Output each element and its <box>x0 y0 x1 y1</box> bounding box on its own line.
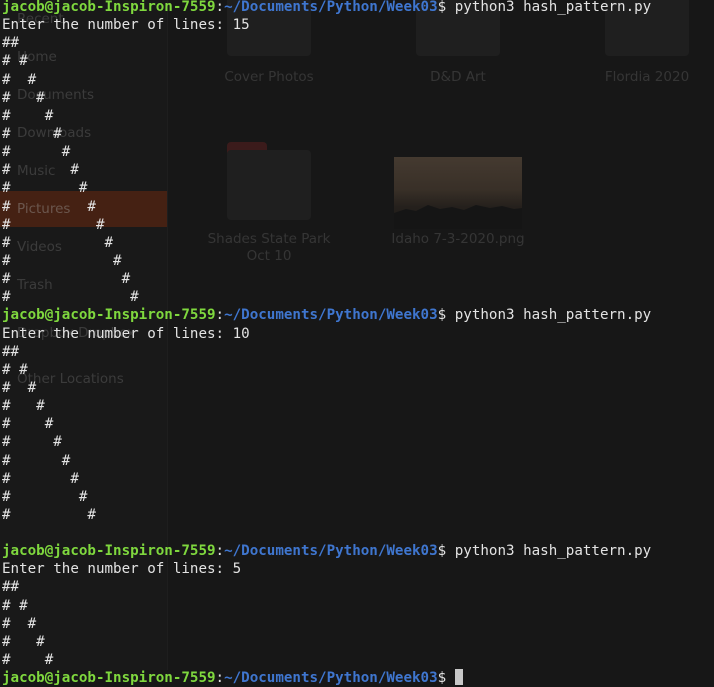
hash-pattern-row: # # <box>2 452 71 469</box>
prompt-path: ~/Documents/Python/Week03 <box>224 307 438 324</box>
command-text: python3 hash_pattern.py <box>454 0 652 15</box>
hash-pattern-row: # # <box>2 470 79 487</box>
hash-pattern-row: # # <box>2 89 45 106</box>
hash-pattern-row: # # <box>2 615 37 632</box>
hash-pattern-row: # # <box>2 361 28 378</box>
hash-pattern-row: # # <box>2 633 45 650</box>
hash-pattern-row: # # <box>2 53 28 70</box>
command-text: python3 hash_pattern.py <box>454 307 652 324</box>
hash-pattern-row: # # <box>2 125 62 142</box>
input-prompt-text: Enter the number of lines: <box>2 325 233 342</box>
hash-pattern-row: # # <box>2 252 122 269</box>
input-value: 5 <box>232 561 242 578</box>
prompt-path: ~/Documents/Python/Week03 <box>224 0 438 15</box>
input-prompt-text: Enter the number of lines: <box>2 561 233 578</box>
shell-prompt-line: jacob@jacob-Inspiron-7559:~/Documents/Py… <box>2 307 652 324</box>
hash-pattern-row: # # <box>2 180 88 197</box>
hash-pattern-row: # # <box>2 506 96 523</box>
prompt-path: ~/Documents/Python/Week03 <box>224 670 438 687</box>
input-prompt-text: Enter the number of lines: <box>2 17 233 34</box>
command-text: python3 hash_pattern.py <box>454 543 652 560</box>
hash-pattern-row: # # <box>2 434 62 451</box>
hash-pattern-row: # # <box>2 488 88 505</box>
hash-pattern-row: # # <box>2 198 96 215</box>
input-value: 15 <box>232 17 250 34</box>
shell-prompt-line: jacob@jacob-Inspiron-7559:~/Documents/Py… <box>2 543 652 560</box>
hash-pattern-row: # # <box>2 216 105 233</box>
prompt-user-host: jacob@jacob-Inspiron-7559 <box>2 670 216 687</box>
hash-pattern-row: # # <box>2 416 54 433</box>
hash-pattern-row: # # <box>2 107 54 124</box>
input-value: 10 <box>232 325 250 342</box>
hash-pattern-row: ## <box>2 35 20 52</box>
hash-pattern-row: # # <box>2 289 139 306</box>
hash-pattern-row: # # <box>2 162 79 179</box>
hash-pattern-row: # # <box>2 144 71 161</box>
input-prompt-line: Enter the number of lines: 5 <box>2 560 241 578</box>
hash-pattern-row: # # <box>2 234 114 251</box>
text-cursor[interactable] <box>454 669 463 686</box>
input-prompt-line: Enter the number of lines: 15 <box>2 16 250 34</box>
shell-prompt-line: jacob@jacob-Inspiron-7559:~/Documents/Py… <box>2 669 463 687</box>
prompt-user-host: jacob@jacob-Inspiron-7559 <box>2 543 216 560</box>
hash-pattern-row: # # <box>2 271 131 288</box>
hash-pattern-row: # # <box>2 398 45 415</box>
prompt-path: ~/Documents/Python/Week03 <box>224 543 438 560</box>
hash-pattern-row: # # <box>2 379 37 396</box>
shell-prompt-line: jacob@jacob-Inspiron-7559:~/Documents/Py… <box>2 0 652 15</box>
terminal-window[interactable]: jacob@jacob-Inspiron-7559:~/Documents/Py… <box>0 0 714 686</box>
hash-pattern-row: # # <box>2 597 28 614</box>
prompt-user-host: jacob@jacob-Inspiron-7559 <box>2 0 216 15</box>
input-prompt-line: Enter the number of lines: 10 <box>2 325 250 343</box>
hash-pattern-row: ## <box>2 579 20 596</box>
hash-pattern-row: # # <box>2 71 37 88</box>
prompt-user-host: jacob@jacob-Inspiron-7559 <box>2 307 216 324</box>
hash-pattern-row: # # <box>2 652 54 669</box>
hash-pattern-row: ## <box>2 343 20 360</box>
